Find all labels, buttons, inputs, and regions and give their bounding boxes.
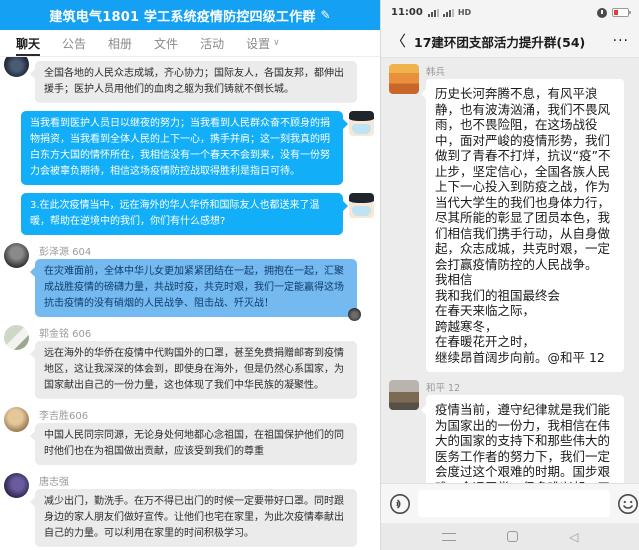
message-row: 全国各地的人民众志成城，齐心协力；国际友人，各国友邦，都伸出援手；医护人员用他们… [4, 61, 374, 103]
message-bubble: 全国各地的人民众志成城，齐心协力；国际友人，各国友邦，都伸出援手；医护人员用他们… [35, 61, 357, 103]
message-row: 郭金铭 606 远在海外的华侨在疫情中代购国外的口罩，甚至免费捐赠邮寄到疫情地区… [4, 325, 374, 399]
group-title: 建筑电气1801 学工系统疫情防控四级工作群 [49, 6, 315, 25]
home-icon[interactable] [507, 531, 518, 542]
sender-name: 郭金铭 606 [39, 325, 357, 338]
message-bubble: 远在海外的华侨在疫情中代购国外的口罩，甚至免费捐赠邮寄到疫情地区，这让我深深的体… [35, 341, 357, 399]
wechat-nav-bar: 〈 17建环团支部活力提升群(54) ··· [381, 25, 639, 58]
message-row: 唐志强 减少出门，勤洗手。在万不得已出门的时候一定要带好口罩。同时跟身边的家人朋… [4, 473, 374, 547]
message-bubble: 疫情当前，遵守纪律就是我们能为国家出的一份力，我相信在伟大的国家的支持下和那些伟… [426, 395, 624, 483]
chevron-down-icon: ∨ [273, 38, 280, 48]
tab-files[interactable]: 文件 [154, 30, 178, 56]
sender-name: 韩兵 [426, 64, 624, 76]
sender-name: 和平 12 [426, 380, 624, 392]
message-row: 和平 12 疫情当前，遵守纪律就是我们能为国家出的一份力，我相信在伟大的国家的支… [389, 380, 631, 483]
qq-group-chat-window: 建筑电气1801 学工系统疫情防控四级工作群 ✎ 聊天 公告 相册 文件 活动 … [0, 0, 381, 550]
message-text: 在灾难面前，全体中华儿女更加紧紧团结在一起，拥抱在一起，汇聚成战胜疫情的磅礴力量… [44, 266, 344, 309]
hd-badge: HD [458, 8, 471, 17]
message-bubble: 3.在此次疫情当中，远在海外的华人华侨和国际友人也都送来了温暖，帮助在逆境中的我… [21, 193, 343, 235]
avatar-masked-girl[interactable] [349, 193, 374, 218]
cat-sticker-icon [348, 308, 361, 321]
sender-name: 李吉胜606 [39, 407, 357, 420]
avatar[interactable] [389, 380, 419, 410]
tab-activities[interactable]: 活动 [200, 30, 224, 56]
emoji-icon[interactable] [617, 493, 639, 515]
message-row: 韩兵 历史长河奔腾不息，有风平浪静，也有波涛汹涌，我们不畏风雨，也不畏险阻，在这… [389, 64, 631, 372]
avatar[interactable] [4, 407, 29, 432]
back-icon[interactable]: 〈 [391, 34, 406, 49]
battery-icon [612, 8, 629, 17]
tab-chat[interactable]: 聊天 [16, 30, 40, 56]
voice-input-icon[interactable] [389, 493, 411, 515]
sender-name: 唐志强 [39, 473, 357, 486]
avatar[interactable] [4, 57, 29, 77]
message-bubble: 历史长河奔腾不息，有风平浪静，也有波涛汹涌，我们不畏风雨，也不畏险阻，在这场战役… [426, 79, 624, 372]
tab-settings[interactable]: 设置 ∨ [246, 30, 280, 56]
message-bubble: 中国人民同宗同源，无论身处何地都心念祖国，在祖国保护他们的同时他们也在为祖国做出… [35, 423, 357, 465]
qq-group-title-bar: 建筑电气1801 学工系统疫情防控四级工作群 ✎ [0, 0, 380, 30]
message-input[interactable] [418, 490, 610, 517]
avatar[interactable] [4, 473, 29, 498]
wechat-input-bar [381, 483, 639, 523]
message-row: 彭泽源 604 在灾难面前，全体中华儿女更加紧紧团结在一起，拥抱在一起，汇聚成战… [4, 243, 374, 317]
status-bar: 11:00 HD [381, 0, 639, 25]
wechat-message-list[interactable]: 韩兵 历史长河奔腾不息，有风平浪静，也有波涛汹涌，我们不畏风雨，也不畏险阻，在这… [381, 58, 639, 483]
tab-album[interactable]: 相册 [108, 30, 132, 56]
message-row: 当我看到医护人员日以继夜的努力；当我看到人民群众奋不顾身的捐物捐资，当我看到全体… [4, 111, 374, 185]
qq-message-list[interactable]: 全国各地的人民众志成城，齐心协力；国际友人，各国友邦，都伸出援手；医护人员用他们… [0, 57, 380, 550]
qq-tab-bar: 聊天 公告 相册 文件 活动 设置 ∨ [0, 30, 380, 57]
avatar[interactable] [4, 243, 29, 268]
message-bubble: 减少出门，勤洗手。在万不得已出门的时候一定要带好口罩。同时跟身边的家人朋友们做好… [35, 489, 357, 547]
screen: 建筑电气1801 学工系统疫情防控四级工作群 ✎ 聊天 公告 相册 文件 活动 … [0, 0, 639, 550]
message-bubble: 在灾难面前，全体中华儿女更加紧紧团结在一起，拥抱在一起，汇聚成战胜疫情的磅礴力量… [35, 259, 357, 317]
sender-name: 彭泽源 604 [39, 243, 357, 256]
avatar[interactable] [4, 325, 29, 350]
alarm-icon [597, 8, 607, 18]
message-bubble: 当我看到医护人员日以继夜的努力；当我看到人民群众奋不顾身的捐物捐资，当我看到全体… [21, 111, 343, 185]
message-row: 3.在此次疫情当中，远在海外的华人华侨和国际友人也都送来了温暖，帮助在逆境中的我… [4, 193, 374, 235]
signal-icon [428, 9, 439, 17]
group-chat-title: 17建环团支部活力提升群(54) [414, 32, 585, 51]
clock-time: 11:00 [391, 7, 423, 18]
tab-announcement[interactable]: 公告 [62, 30, 86, 56]
wifi-icon [443, 9, 454, 17]
android-nav-bar: ◁ [381, 523, 639, 550]
android-back-icon[interactable]: ◁ [569, 531, 578, 543]
edit-title-icon[interactable]: ✎ [321, 8, 331, 22]
more-options-icon[interactable]: ··· [613, 33, 629, 49]
wechat-mobile-window: 11:00 HD 〈 17建环团支部活力提升群(54) ··· 韩兵 历史长河奔… [381, 0, 639, 550]
message-row: 李吉胜606 中国人民同宗同源，无论身处何地都心念祖国，在祖国保护他们的同时他们… [4, 407, 374, 465]
avatar-masked-girl[interactable] [349, 111, 374, 136]
recents-icon[interactable] [442, 533, 456, 541]
avatar[interactable] [389, 64, 419, 94]
tab-settings-label: 设置 [246, 35, 270, 52]
